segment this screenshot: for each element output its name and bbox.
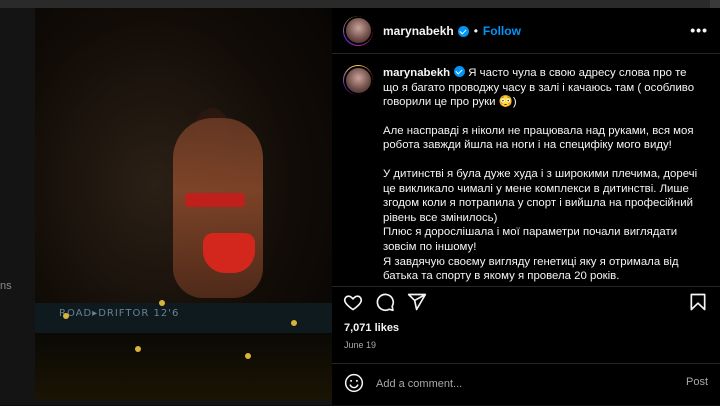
caption-row: marynabekh Я часто чула в свою адресу сл…	[332, 54, 720, 284]
caption-paragraph-2: Але насправді я ніколи не працювала над …	[383, 124, 694, 152]
author-username[interactable]: marynabekh	[383, 24, 454, 38]
post-date[interactable]: June 19	[344, 340, 376, 350]
photo-swimsuit-bottom	[203, 233, 255, 273]
verified-badge-icon	[454, 66, 466, 77]
caption-text: marynabekh Я часто чула в свою адресу сл…	[383, 65, 705, 284]
background-strip	[0, 0, 720, 8]
photo-lily	[291, 320, 297, 326]
paddleboard-text: ROAD▸DRIFTOR 12'6	[59, 308, 180, 319]
caption-paragraph-3: У дитинстві я була дуже худа і з широким…	[383, 167, 698, 224]
header-separator: •	[473, 23, 478, 38]
caption-paragraph-5: Я завдячую своєму вигляду генетиці яку я…	[383, 255, 679, 283]
photo-swimsuit-top	[185, 193, 245, 207]
comment-input[interactable]	[374, 374, 668, 394]
caption-area[interactable]: marynabekh Я часто чула в свою адресу сл…	[332, 54, 720, 286]
background-text: ns	[0, 280, 12, 292]
photo-water	[35, 333, 332, 400]
comment-icon[interactable]	[375, 292, 395, 312]
heart-icon[interactable]	[343, 292, 363, 312]
post-header: marynabekh • Follow •••	[332, 8, 720, 54]
post-comment-button[interactable]: Post	[686, 376, 708, 388]
comment-bar: Post	[332, 363, 720, 406]
post-panel: marynabekh • Follow ••• marynabekh Я час…	[332, 8, 720, 405]
post-photo[interactable]: ROAD▸DRIFTOR 12'6	[35, 8, 332, 400]
photo-lily	[159, 300, 165, 306]
likes-count[interactable]: 7,071 likes	[344, 322, 399, 334]
author-avatar[interactable]	[343, 15, 373, 46]
photo-lily	[135, 346, 141, 352]
follow-button[interactable]: Follow	[483, 24, 521, 38]
photo-lily	[245, 353, 251, 359]
photo-lily	[63, 313, 69, 319]
caption-paragraph-4: Плюс я дорослішала і мої параметри почал…	[383, 226, 678, 253]
caption-username[interactable]: marynabekh	[383, 67, 450, 79]
more-icon[interactable]: •••	[690, 22, 708, 38]
verified-badge-icon	[457, 26, 469, 37]
bookmark-icon[interactable]	[688, 292, 708, 312]
emoji-icon[interactable]	[344, 373, 364, 393]
share-icon[interactable]	[407, 292, 427, 312]
action-bar	[332, 286, 720, 317]
caption-avatar[interactable]	[343, 65, 373, 95]
caption-paragraph-1: marynabekh Я часто чула в свою адресу сл…	[383, 65, 705, 110]
